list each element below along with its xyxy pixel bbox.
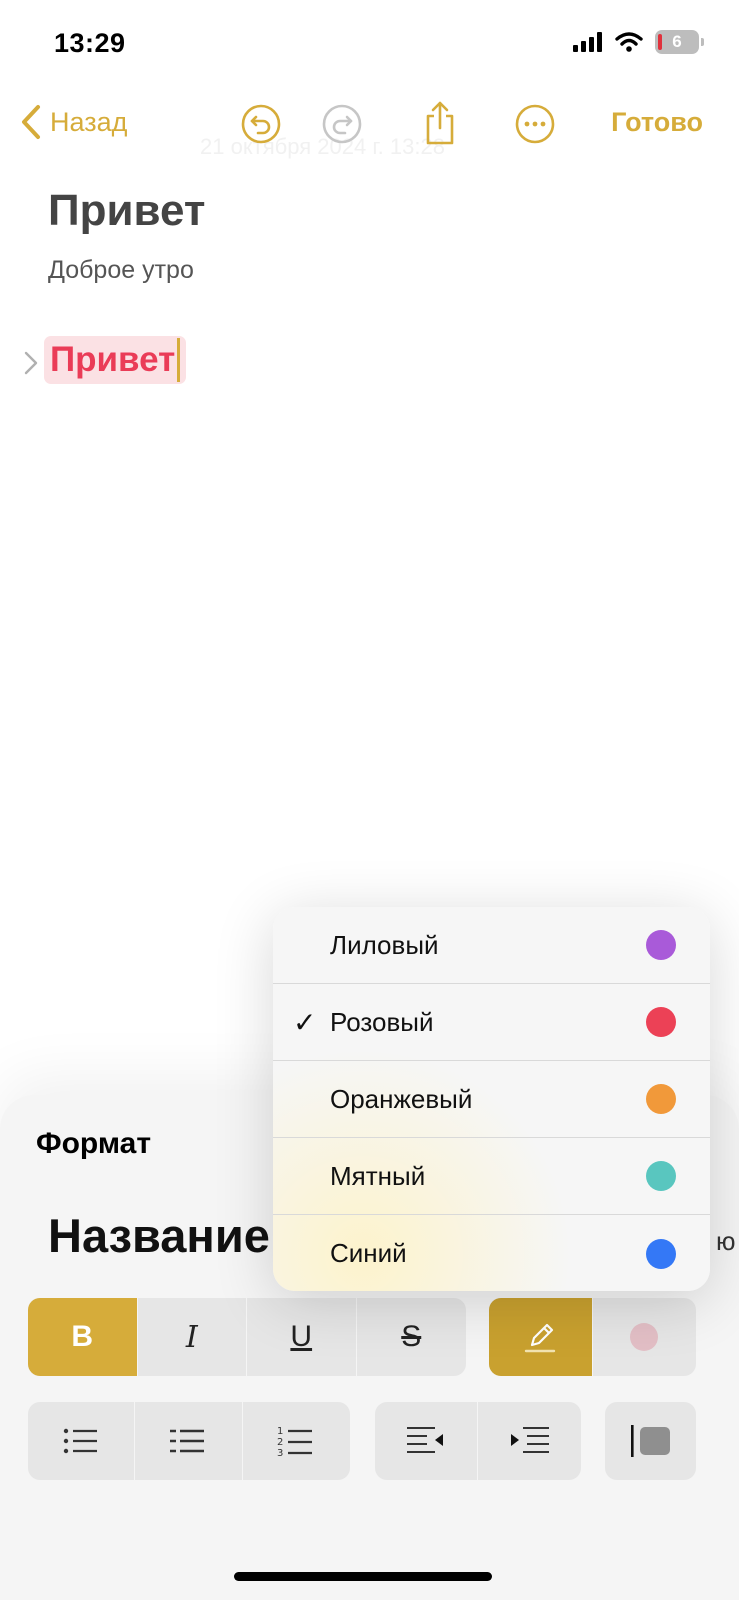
- color-dot-icon: [646, 1238, 676, 1269]
- color-menu-item-purple[interactable]: Лиловый: [273, 907, 710, 984]
- indent-group: [375, 1402, 581, 1480]
- list-format-group: 1 2 3: [28, 1402, 350, 1480]
- color-menu-label: Розовый: [330, 1006, 434, 1037]
- block-quote-group: [605, 1402, 696, 1480]
- underline-button[interactable]: U: [247, 1298, 357, 1376]
- color-menu-item-pink[interactable]: ✓ Розовый: [273, 984, 710, 1061]
- share-icon[interactable]: [420, 100, 460, 146]
- text-cursor: [177, 338, 181, 382]
- decrease-indent-button[interactable]: [375, 1402, 478, 1480]
- color-dot-icon: [646, 1007, 676, 1037]
- svg-text:1: 1: [277, 1426, 283, 1437]
- color-menu-label: Лиловый: [330, 929, 439, 960]
- increase-indent-button[interactable]: [478, 1402, 581, 1480]
- strikethrough-button[interactable]: S: [357, 1298, 467, 1376]
- outdent-icon: [407, 1427, 443, 1453]
- format-title: Формат: [36, 1127, 152, 1160]
- dashed-list-button[interactable]: [135, 1402, 243, 1480]
- color-menu-label: Оранжевый: [330, 1083, 473, 1114]
- note-subtitle[interactable]: Доброе утро: [48, 256, 194, 285]
- chevron-left-icon: [22, 105, 40, 139]
- note-title[interactable]: Привет: [48, 186, 205, 236]
- svg-text:2: 2: [277, 1437, 283, 1448]
- more-icon[interactable]: [515, 104, 555, 144]
- color-dot-icon: [646, 1161, 676, 1191]
- highlighted-heading[interactable]: Привет: [44, 336, 187, 384]
- numbered-list-button[interactable]: 1 2 3: [243, 1402, 350, 1480]
- indent-icon: [510, 1427, 549, 1453]
- color-menu-label: Мятный: [330, 1160, 426, 1191]
- color-menu-item-blue[interactable]: Синий: [273, 1215, 710, 1291]
- style-title-option[interactable]: Название: [48, 1208, 270, 1263]
- home-indicator: [234, 1572, 492, 1581]
- color-dot-icon: [646, 930, 676, 960]
- italic-button[interactable]: I: [138, 1298, 247, 1376]
- done-button[interactable]: Готово: [611, 107, 703, 138]
- color-menu-item-mint[interactable]: Мятный: [273, 1138, 710, 1215]
- color-dot-icon: [646, 1084, 676, 1114]
- svg-text:3: 3: [277, 1448, 283, 1458]
- wifi-icon: [615, 32, 643, 52]
- color-menu-label: Синий: [330, 1238, 407, 1268]
- dash-list-icon: [170, 1429, 205, 1453]
- battery-level: 6: [672, 32, 682, 51]
- undo-icon[interactable]: [241, 104, 281, 144]
- bulleted-list-button[interactable]: [28, 1402, 136, 1480]
- chevron-right-icon[interactable]: [22, 350, 40, 376]
- bold-button[interactable]: B: [28, 1298, 138, 1376]
- checkmark-icon: ✓: [293, 1006, 317, 1038]
- highlight-color-button[interactable]: [593, 1298, 697, 1376]
- status-icons: 6: [573, 30, 704, 54]
- color-menu-item-orange[interactable]: Оранжевый: [273, 1061, 710, 1138]
- battery-icon: 6: [655, 30, 704, 54]
- color-menu: Лиловый ✓ Розовый Оранжевый Мятный Синий: [273, 907, 710, 1291]
- redo-icon[interactable]: [322, 104, 362, 144]
- block-quote-button[interactable]: [605, 1402, 696, 1480]
- pencil-icon: [525, 1323, 556, 1353]
- signal-icon: [573, 32, 602, 52]
- status-time: 13:29: [54, 28, 126, 58]
- back-button[interactable]: Назад: [20, 104, 127, 140]
- style-next-option[interactable]: ю: [716, 1226, 736, 1257]
- highlighted-text: Привет: [50, 340, 176, 379]
- block-quote-icon: [630, 1425, 670, 1457]
- text-format-group: B I U S: [28, 1298, 466, 1376]
- back-label: Назад: [50, 106, 128, 137]
- highlighter-button[interactable]: [489, 1298, 593, 1376]
- highlight-group: [489, 1298, 696, 1376]
- color-swatch-icon: [630, 1323, 659, 1351]
- bullet-list-icon: [63, 1428, 98, 1454]
- numbered-list-icon: 1 2 3: [277, 1426, 313, 1458]
